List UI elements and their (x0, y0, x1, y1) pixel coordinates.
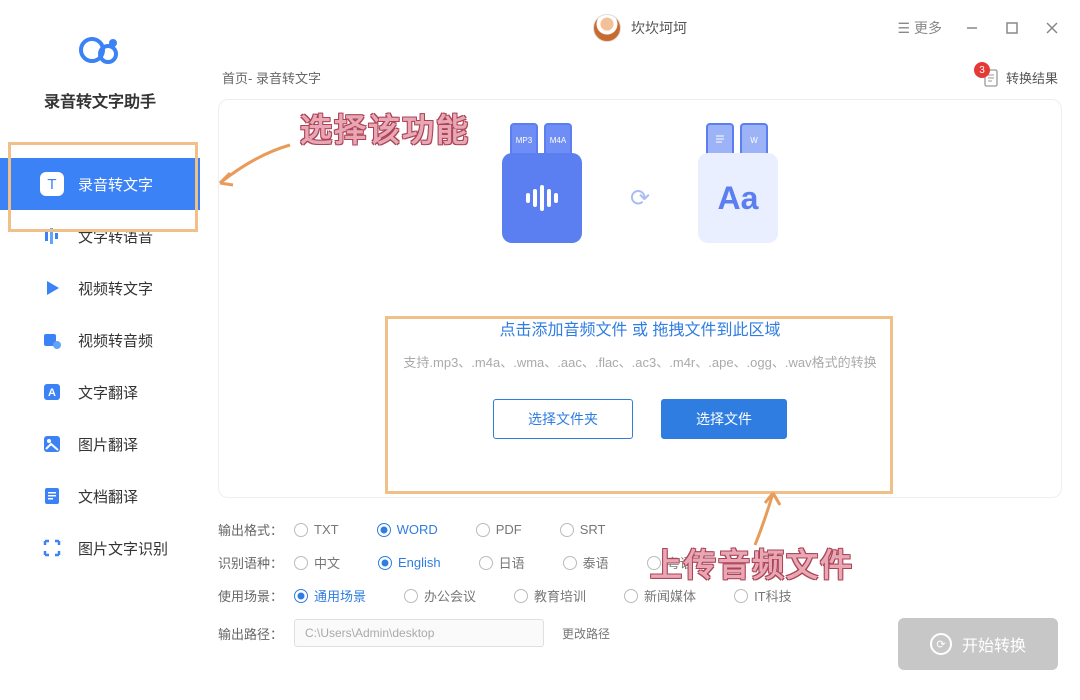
speech-icon (40, 224, 64, 248)
more-label: 更多 (914, 18, 942, 38)
radio-srt[interactable]: SRT (560, 522, 606, 537)
output-path-input[interactable] (294, 619, 544, 647)
panel: MP3 M4A ⟳ W Aa 点击 (218, 99, 1062, 498)
close-button[interactable] (1032, 8, 1072, 48)
svg-text:A: A (48, 387, 56, 399)
nav-label: 录音转文字 (78, 174, 153, 195)
waveform-icon (526, 185, 558, 211)
select-file-button[interactable]: 选择文件 (661, 399, 787, 439)
nav-item-audio-to-text[interactable]: T 录音转文字 (0, 158, 200, 210)
drop-title: 点击添加音频文件 或 拖拽文件到此区域 (237, 316, 1043, 340)
app-name: 录音转文字助手 (0, 88, 200, 112)
word-file-icon: W (740, 123, 768, 157)
image-translate-icon (40, 432, 64, 456)
scene-group: 通用场景 办公会议 教育培训 新闻媒体 IT科技 (294, 586, 792, 605)
radio-jp[interactable]: 日语 (479, 553, 525, 572)
username: 坎坎坷坷 (631, 18, 687, 38)
nav-item-ocr[interactable]: 图片文字识别 (0, 522, 200, 574)
nav-label: 文字转语音 (78, 226, 153, 247)
illustration: MP3 M4A ⟳ W Aa (237, 118, 1043, 278)
nav-item-text-to-speech[interactable]: 文字转语音 (0, 210, 200, 262)
result-badge: 3 (974, 62, 990, 78)
lang-group: 中文 English 日语 泰语 粤语 (294, 553, 693, 572)
avatar-icon (593, 14, 621, 42)
more-button[interactable]: ☰ 更多 (887, 8, 952, 48)
output-format-label: 输出格式： (218, 520, 294, 539)
video-audio-icon (40, 328, 64, 352)
radio-scene-news[interactable]: 新闻媒体 (624, 586, 696, 605)
nav-item-video-to-audio[interactable]: 视频转音频 (0, 314, 200, 366)
change-path-link[interactable]: 更改路径 (562, 625, 610, 642)
nav-label: 视频转文字 (78, 278, 153, 299)
nav-label: 视频转音频 (78, 330, 153, 351)
start-convert-button[interactable]: ⟳ 开始转换 (898, 618, 1058, 670)
radio-scene-edu[interactable]: 教育培训 (514, 586, 586, 605)
audio-block-icon (502, 153, 582, 243)
radio-word[interactable]: WORD (377, 522, 438, 537)
translate-a-icon: A (40, 380, 64, 404)
drop-zone[interactable]: 点击添加音频文件 或 拖拽文件到此区域 支持.mp3、.m4a、.wma、.aa… (237, 286, 1043, 473)
nav-item-video-to-text[interactable]: 视频转文字 (0, 262, 200, 314)
minimize-button[interactable] (952, 8, 992, 48)
doc-translate-icon (40, 484, 64, 508)
nav-item-image-translate[interactable]: 图片翻译 (0, 418, 200, 470)
scene-label: 使用场景： (218, 586, 294, 605)
sync-icon: ⟳ (622, 180, 658, 216)
radio-scene-it[interactable]: IT科技 (734, 586, 792, 605)
radio-th[interactable]: 泰语 (563, 553, 609, 572)
drop-subtitle: 支持.mp3、.m4a、.wma、.aac、.flac、.ac3、.m4r、.a… (237, 352, 1043, 371)
text-t-icon: T (40, 172, 64, 196)
ocr-icon (40, 536, 64, 560)
header: 坎坎坷坷 ☰ 更多 (200, 0, 1080, 56)
aa-icon: Aa (718, 180, 759, 217)
radio-pdf[interactable]: PDF (476, 522, 522, 537)
radio-scene-meeting[interactable]: 办公会议 (404, 586, 476, 605)
breadcrumb: 首页- 录音转文字 (222, 68, 321, 87)
lang-label: 识别语种： (218, 553, 294, 572)
output-format-group: TXT WORD PDF SRT (294, 522, 606, 537)
path-label: 输出路径： (218, 624, 294, 643)
nav-label: 图片翻译 (78, 434, 138, 455)
radio-yue[interactable]: 粤语 (647, 553, 693, 572)
convert-result-link[interactable]: 3 转换结果 (982, 68, 1058, 87)
start-label: 开始转换 (962, 632, 1026, 656)
select-folder-button[interactable]: 选择文件夹 (493, 399, 633, 439)
radio-txt[interactable]: TXT (294, 522, 339, 537)
radio-zh[interactable]: 中文 (294, 553, 340, 572)
play-icon (40, 276, 64, 300)
logo-box: 录音转文字助手 (0, 0, 200, 120)
nav-label: 图片文字识别 (78, 538, 168, 559)
nav-item-doc-translate[interactable]: 文档翻译 (0, 470, 200, 522)
text-block-icon: Aa (698, 153, 778, 243)
radio-scene-general[interactable]: 通用场景 (294, 586, 366, 605)
doc-file-icon (706, 123, 734, 157)
m4a-file-icon: M4A (544, 123, 572, 157)
app-logo-icon (78, 28, 122, 72)
hamburger-icon: ☰ (897, 20, 910, 37)
radio-en[interactable]: English (378, 555, 441, 570)
mp3-file-icon: MP3 (510, 123, 538, 157)
nav-label: 文档翻译 (78, 486, 138, 507)
result-label: 转换结果 (1006, 68, 1058, 87)
nav: T 录音转文字 文字转语音 视频转文字 视频转音频 A 文字翻译 (0, 158, 200, 574)
convert-icon: ⟳ (930, 633, 952, 655)
sidebar: 录音转文字助手 T 录音转文字 文字转语音 视频转文字 视频转音频 A (0, 0, 200, 700)
main: 首页- 录音转文字 3 转换结果 MP3 M4A ⟳ (200, 56, 1080, 700)
maximize-button[interactable] (992, 8, 1032, 48)
user-box[interactable]: 坎坎坷坷 (593, 14, 687, 42)
nav-label: 文字翻译 (78, 382, 138, 403)
nav-item-text-translate[interactable]: A 文字翻译 (0, 366, 200, 418)
